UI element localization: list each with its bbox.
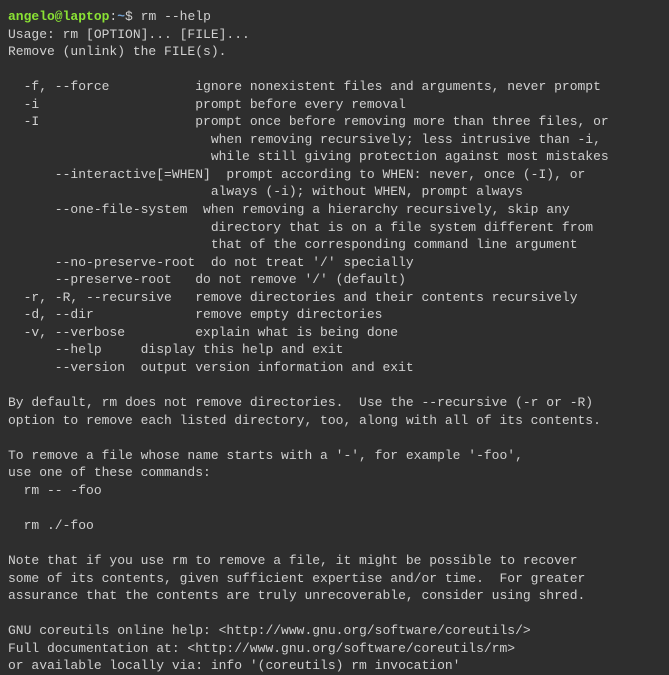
prompt-symbol: $	[125, 9, 133, 24]
note-line: By default, rm does not remove directori…	[8, 395, 593, 410]
note-line: rm ./-foo	[8, 518, 94, 533]
entered-command: rm --help	[141, 9, 211, 24]
option-line: -f, --force ignore nonexistent files and…	[8, 79, 601, 94]
option-line: always (-i); without WHEN, prompt always	[8, 184, 523, 199]
option-line: --version output version information and…	[8, 360, 414, 375]
option-line: directory that is on a file system diffe…	[8, 220, 593, 235]
option-line: that of the corresponding command line a…	[8, 237, 578, 252]
terminal-output[interactable]: angelo@laptop:~$ rm --help Usage: rm [OP…	[8, 8, 661, 675]
option-line: -d, --dir remove empty directories	[8, 307, 382, 322]
note-line: some of its contents, given sufficient e…	[8, 571, 585, 586]
prompt-path: ~	[117, 9, 125, 24]
note-line: GNU coreutils online help: <http://www.g…	[8, 623, 531, 638]
option-line: while still giving protection against mo…	[8, 149, 609, 164]
description-line: Remove (unlink) the FILE(s).	[8, 44, 226, 59]
note-line: or available locally via: info '(coreuti…	[8, 658, 460, 673]
option-line: --no-preserve-root do not treat '/' spec…	[8, 255, 414, 270]
note-line: Note that if you use rm to remove a file…	[8, 553, 578, 568]
prompt-user: angelo@laptop	[8, 9, 109, 24]
option-line: -I prompt once before removing more than…	[8, 114, 609, 129]
note-line: Full documentation at: <http://www.gnu.o…	[8, 641, 515, 656]
option-line: -i prompt before every removal	[8, 97, 406, 112]
note-line: rm -- -foo	[8, 483, 102, 498]
option-line: --preserve-root do not remove '/' (defau…	[8, 272, 406, 287]
option-line: -r, -R, --recursive remove directories a…	[8, 290, 578, 305]
option-line: when removing recursively; less intrusiv…	[8, 132, 601, 147]
note-line: To remove a file whose name starts with …	[8, 448, 523, 463]
note-line: use one of these commands:	[8, 465, 211, 480]
note-line: assurance that the contents are truly un…	[8, 588, 585, 603]
usage-line: Usage: rm [OPTION]... [FILE]...	[8, 27, 250, 42]
note-line: option to remove each listed directory, …	[8, 413, 601, 428]
option-line: -v, --verbose explain what is being done	[8, 325, 398, 340]
option-line: --interactive[=WHEN] prompt according to…	[8, 167, 585, 182]
option-line: --one-file-system when removing a hierar…	[8, 202, 570, 217]
option-line: --help display this help and exit	[8, 342, 343, 357]
